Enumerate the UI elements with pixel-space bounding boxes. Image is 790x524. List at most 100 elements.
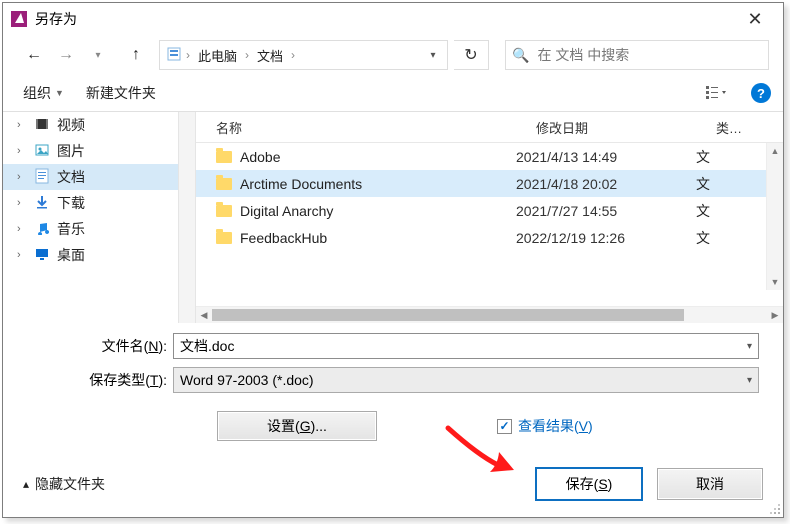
footer: ▴ 隐藏文件夹 保存(S) 取消 [3, 467, 783, 517]
sidebar-item-label: 桌面 [57, 245, 85, 265]
sidebar-item-label: 下载 [57, 193, 85, 213]
chevron-right-icon: › [17, 145, 27, 157]
folder-icon [33, 221, 51, 238]
checkmark-icon: ✓ [497, 419, 512, 434]
breadcrumb-this-pc[interactable]: 此电脑 [192, 46, 243, 65]
savetype-label: 保存类型(T): [27, 370, 173, 390]
folder-icon [33, 117, 51, 134]
chevron-right-icon: › [291, 48, 295, 62]
table-row[interactable]: Digital Anarchy2021/7/27 14:55文 [196, 197, 783, 224]
search-placeholder: 在 文档 中搜索 [537, 45, 629, 65]
view-result-checkbox[interactable]: ✓ 查看结果(V) [497, 416, 593, 436]
chevron-right-icon: › [17, 171, 27, 183]
vertical-scrollbar[interactable]: ▲ ▼ [766, 143, 783, 290]
settings-button[interactable]: 设置(G)... [217, 411, 377, 441]
app-icon [11, 11, 27, 27]
table-row[interactable]: FeedbackHub2022/12/19 12:26文 [196, 224, 783, 251]
nav-row: ← → ▾ ↑ › 此电脑 › 文档 › ▾ ↻ 🔍 在 文档 中搜索 [3, 35, 783, 75]
sidebar: › 视频 › 图片 › 文档 › 下载 › 音乐 › 桌面 [3, 112, 196, 323]
table-row[interactable]: Adobe2021/4/13 14:49文 [196, 143, 783, 170]
close-button[interactable]: ✕ [735, 5, 775, 33]
savetype-select[interactable]: Word 97-2003 (*.doc)▾ [173, 367, 759, 393]
sidebar-item[interactable]: › 文档 [3, 164, 195, 190]
horizontal-scrollbar[interactable]: ◀ ▶ [196, 306, 783, 323]
split-pane: ›视频›图片›文档›下载›音乐›桌面 名称 修改日期 类… Adobe2021/… [3, 112, 783, 323]
sidebar-item[interactable]: › 音乐 [3, 216, 195, 242]
sidebar-item[interactable]: › 视频 [3, 112, 195, 138]
column-header-name[interactable]: 名称 [196, 118, 536, 137]
scrollbar-thumb[interactable] [212, 309, 684, 321]
chevron-right-icon: › [186, 48, 190, 62]
table-row[interactable]: Arctime Documents2021/4/18 20:02文 [196, 170, 783, 197]
folder-icon [33, 195, 51, 212]
folder-icon [214, 232, 234, 244]
folder-icon [33, 168, 51, 187]
sidebar-item-label: 音乐 [57, 219, 85, 239]
toolbar: 组织▼ 新建文件夹 ? [3, 75, 783, 112]
window-title: 另存为 [35, 9, 735, 29]
sidebar-item[interactable]: › 下载 [3, 190, 195, 216]
column-header-type[interactable]: 类… [716, 118, 767, 137]
column-header-modified[interactable]: 修改日期 [536, 118, 716, 137]
file-modified: 2021/4/13 14:49 [516, 149, 696, 165]
file-name: Digital Anarchy [240, 203, 516, 219]
save-button[interactable]: 保存(S) [535, 467, 643, 501]
sidebar-item-label: 文档 [57, 167, 85, 187]
titlebar: 另存为 ✕ [3, 3, 783, 35]
column-headers: 名称 修改日期 类… [196, 112, 783, 143]
breadcrumb[interactable]: › 此电脑 › 文档 › ▾ [159, 40, 448, 70]
sidebar-scrollbar[interactable] [178, 112, 195, 323]
forward-button[interactable]: → [53, 42, 79, 68]
organize-button[interactable]: 组织▼ [15, 79, 72, 107]
filename-input[interactable]: 文档.doc▾ [173, 333, 759, 359]
cancel-button[interactable]: 取消 [657, 468, 763, 500]
file-name: Adobe [240, 149, 516, 165]
breadcrumb-documents[interactable]: 文档 [251, 46, 289, 65]
chevron-right-icon: › [17, 119, 27, 131]
scroll-down-icon[interactable]: ▼ [767, 274, 783, 290]
search-icon: 🔍 [512, 47, 529, 64]
folder-icon [214, 151, 234, 163]
save-form: 文件名(N): 文档.doc▾ 保存类型(T): Word 97-2003 (*… [3, 323, 783, 467]
folder-icon [214, 205, 234, 217]
file-modified: 2021/4/18 20:02 [516, 176, 696, 192]
scroll-left-icon[interactable]: ◀ [196, 307, 212, 323]
chevron-right-icon: › [17, 197, 27, 209]
breadcrumb-dropdown[interactable]: ▾ [423, 50, 443, 61]
file-modified: 2021/7/27 14:55 [516, 203, 696, 219]
file-type: 文 [696, 174, 767, 194]
file-type: 文 [696, 201, 767, 221]
view-options-button[interactable] [699, 80, 735, 106]
save-as-dialog: 另存为 ✕ ← → ▾ ↑ › 此电脑 › 文档 › ▾ ↻ 🔍 在 文档 中搜… [2, 2, 784, 518]
caret-up-icon: ▴ [23, 477, 29, 491]
chevron-right-icon: › [17, 223, 27, 235]
file-name: Arctime Documents [240, 176, 516, 192]
scroll-right-icon[interactable]: ▶ [767, 307, 783, 323]
back-button[interactable]: ← [21, 42, 47, 68]
filename-label: 文件名(N): [27, 336, 173, 356]
new-folder-button[interactable]: 新建文件夹 [78, 79, 164, 107]
file-type: 文 [696, 147, 767, 167]
file-type: 文 [696, 228, 767, 248]
resize-grip-icon[interactable] [769, 503, 781, 515]
location-icon [164, 46, 184, 65]
file-modified: 2022/12/19 12:26 [516, 230, 696, 246]
folder-icon [214, 178, 234, 190]
folder-icon [33, 247, 51, 264]
folder-icon [33, 143, 51, 160]
sidebar-item-label: 视频 [57, 115, 85, 135]
sidebar-item-label: 图片 [57, 141, 85, 161]
file-list: 名称 修改日期 类… Adobe2021/4/13 14:49文Arctime … [196, 112, 783, 323]
help-button[interactable]: ? [751, 83, 771, 103]
sidebar-item[interactable]: › 桌面 [3, 242, 195, 268]
hide-folders-toggle[interactable]: ▴ 隐藏文件夹 [23, 474, 105, 494]
chevron-right-icon: › [245, 48, 249, 62]
recent-locations-dropdown[interactable]: ▾ [85, 42, 111, 68]
refresh-button[interactable]: ↻ [454, 40, 489, 70]
sidebar-item[interactable]: › 图片 [3, 138, 195, 164]
chevron-right-icon: › [17, 249, 27, 261]
up-button[interactable]: ↑ [123, 42, 149, 68]
file-name: FeedbackHub [240, 230, 516, 246]
scroll-up-icon[interactable]: ▲ [767, 143, 783, 159]
search-input[interactable]: 🔍 在 文档 中搜索 [505, 40, 769, 70]
